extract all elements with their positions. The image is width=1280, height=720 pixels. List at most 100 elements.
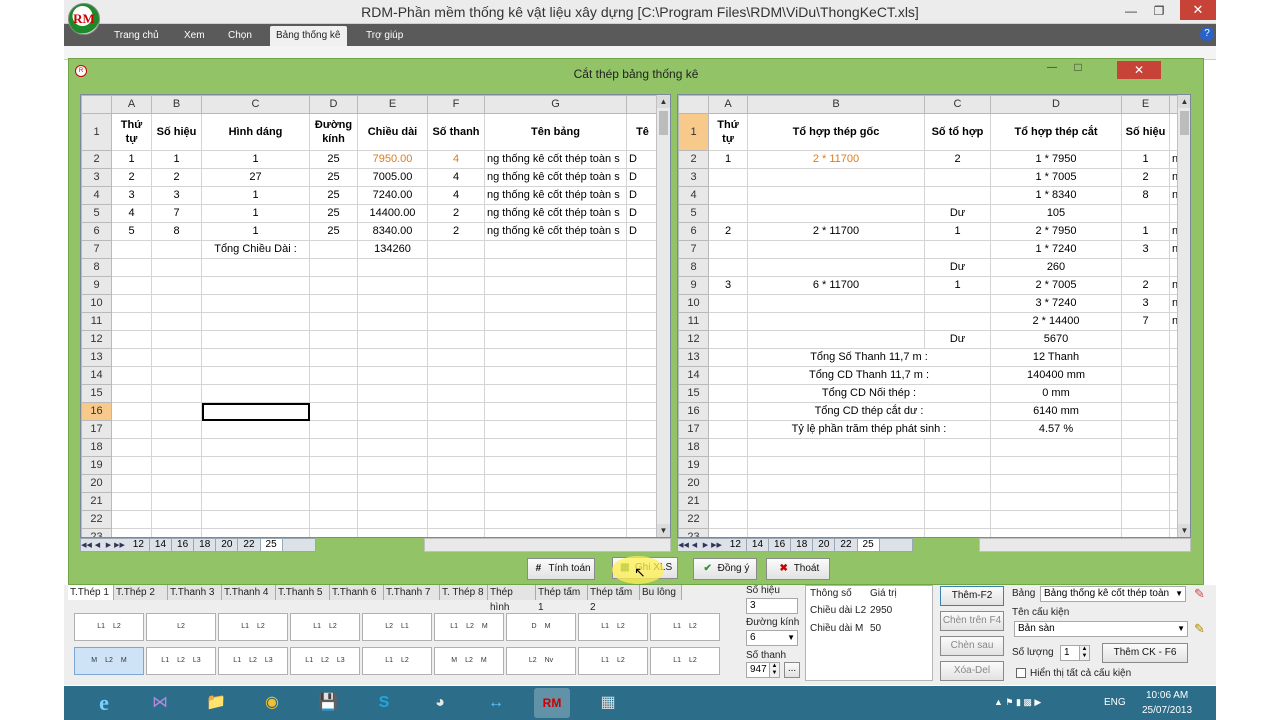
cell[interactable] — [111, 528, 152, 537]
cell[interactable] — [427, 240, 485, 259]
them-cau-kien-button[interactable]: Thêm CK - F6 — [1102, 643, 1188, 663]
cell[interactable] — [708, 456, 748, 475]
calculator-icon[interactable]: ▦ — [590, 688, 626, 718]
cell[interactable] — [626, 528, 659, 537]
shape-option[interactable]: L2 L1 — [362, 613, 432, 641]
row-header[interactable]: 10 — [81, 294, 112, 313]
cell[interactable] — [427, 474, 485, 493]
cell[interactable] — [626, 330, 659, 349]
so-thanh-stepper[interactable]: ▲ ▼ — [769, 662, 780, 678]
cell[interactable]: 7005.00 — [357, 168, 428, 187]
cell[interactable] — [1121, 528, 1170, 537]
column-header[interactable]: A — [111, 95, 152, 114]
cell[interactable]: 1 * 7240 — [990, 240, 1122, 259]
duong-kinh-select[interactable]: 6 ▼ — [746, 630, 798, 646]
cell[interactable] — [201, 402, 310, 421]
cell[interactable] — [151, 330, 202, 349]
cell[interactable] — [427, 348, 485, 367]
cell[interactable] — [427, 330, 485, 349]
cell[interactable]: D — [626, 204, 659, 223]
cell[interactable] — [708, 204, 748, 223]
cell[interactable] — [1121, 420, 1170, 439]
cell[interactable] — [111, 348, 152, 367]
right-horizontal-scrollbar[interactable] — [979, 538, 1191, 552]
ie-icon[interactable]: e — [86, 688, 122, 718]
tab-10[interactable]: Thép tấm 1 — [536, 585, 588, 613]
cell[interactable] — [111, 384, 152, 403]
cell[interactable]: D — [626, 150, 659, 169]
row-header[interactable]: 8 — [81, 258, 112, 277]
cell[interactable] — [357, 366, 428, 385]
cell[interactable] — [1121, 384, 1170, 403]
cell[interactable]: ng thống kê cốt thép toàn s — [484, 204, 627, 223]
cell[interactable] — [151, 474, 202, 493]
tab-bang-thong-ke[interactable]: Bảng thống kê — [270, 26, 347, 46]
cell[interactable] — [201, 438, 310, 457]
cell[interactable] — [626, 366, 659, 385]
them-f2-button[interactable]: Thêm-F2 — [940, 586, 1004, 606]
shape-option[interactable]: L2 Nv — [506, 647, 576, 675]
cell[interactable] — [111, 240, 152, 259]
sheet-tab[interactable]: 22 — [835, 539, 858, 551]
cell[interactable] — [357, 402, 428, 421]
cell[interactable] — [747, 186, 925, 205]
cell[interactable]: 7950.00 — [357, 150, 428, 169]
cell[interactable]: 25 — [309, 150, 358, 169]
cell[interactable] — [357, 474, 428, 493]
cell[interactable]: ng thống kê cốt thép toàn s — [484, 186, 627, 205]
cell[interactable] — [626, 420, 659, 439]
cell[interactable]: D — [626, 168, 659, 187]
cell[interactable] — [484, 456, 627, 475]
sheet-tab[interactable]: 25 — [260, 539, 283, 551]
cell[interactable] — [747, 492, 925, 511]
cell[interactable]: 5 — [111, 222, 152, 241]
cell[interactable]: 1 — [924, 276, 991, 295]
cell[interactable] — [427, 492, 485, 511]
row-header[interactable]: 22 — [678, 510, 709, 529]
cell[interactable] — [151, 312, 202, 331]
sheet-tab[interactable]: 18 — [194, 539, 217, 551]
cell[interactable]: 6 * 11700 — [747, 276, 925, 295]
cell[interactable]: 7 — [151, 204, 202, 223]
cell[interactable]: 1 * 7950 — [990, 150, 1122, 169]
cell[interactable] — [111, 312, 152, 331]
cell[interactable] — [309, 276, 358, 295]
right-vertical-scrollbar[interactable]: ▲ ▼ — [1177, 95, 1190, 537]
cell[interactable]: 3 — [111, 186, 152, 205]
chrome-icon[interactable]: ◉ — [254, 688, 290, 718]
tab-trang-chu[interactable]: Trang chủ — [108, 26, 165, 46]
cell[interactable] — [484, 348, 627, 367]
cell[interactable] — [484, 294, 627, 313]
cell[interactable] — [151, 294, 202, 313]
cell[interactable] — [111, 294, 152, 313]
row-header[interactable]: 19 — [81, 456, 112, 475]
tab-3[interactable]: T.Thanh 3 — [168, 585, 222, 600]
cell[interactable] — [708, 330, 748, 349]
cell[interactable] — [427, 438, 485, 457]
cell[interactable] — [708, 438, 748, 457]
cell[interactable] — [201, 492, 310, 511]
cell[interactable]: 2 — [1121, 168, 1170, 187]
scroll-down-icon[interactable]: ▼ — [1178, 524, 1190, 537]
cell[interactable] — [990, 510, 1122, 529]
cell[interactable] — [924, 168, 991, 187]
scroll-thumb[interactable] — [1180, 111, 1189, 135]
cell[interactable] — [309, 438, 358, 457]
shape-option[interactable]: L1 L2 L3 — [146, 647, 216, 675]
cell[interactable]: 27 — [201, 168, 310, 187]
row-header[interactable]: 12 — [678, 330, 709, 349]
next-sheet-icon[interactable]: ▶ — [700, 540, 711, 552]
cell[interactable] — [708, 294, 748, 313]
cell[interactable] — [1121, 402, 1170, 421]
row-header[interactable]: 10 — [678, 294, 709, 313]
cell[interactable] — [708, 510, 748, 529]
column-header[interactable]: C — [201, 95, 310, 114]
cell[interactable]: Dư — [924, 258, 991, 277]
shape-option[interactable]: L1 L2 — [290, 613, 360, 641]
tab-5[interactable]: T.Thanh 5 — [276, 585, 330, 600]
column-header[interactable]: E — [357, 95, 428, 114]
cell[interactable]: Đường kính — [309, 113, 358, 151]
cell[interactable] — [309, 510, 358, 529]
cell[interactable] — [201, 456, 310, 475]
cell[interactable] — [111, 366, 152, 385]
